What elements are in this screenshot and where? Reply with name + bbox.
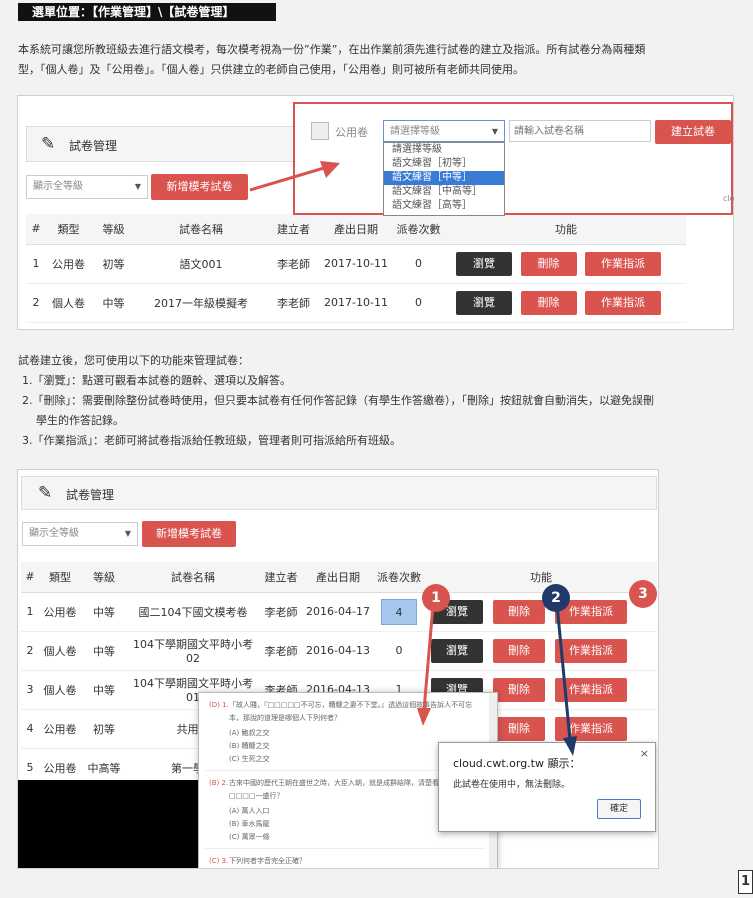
row-actions: 瀏覽 刪除 作業指派 [446, 244, 686, 284]
panel-title: 試卷管理 [69, 139, 118, 153]
usage-item-assign: 3.「作業指派」：老師可將試卷指派給任教班級，管理者則可指派給所有班級。 [22, 434, 401, 447]
exam-name-input[interactable] [509, 120, 651, 142]
create-exam-popup: 公用卷 請選擇等級 ▼ 建立試卷 請選擇等級 語文練習［初等］ 語文練習［中等］… [293, 102, 735, 216]
table-row: 1 公用卷 初等 語文001 李老師 2017-10-11 0 瀏覽 刪除 作業… [26, 244, 686, 284]
public-checkbox-label: 公用卷 [335, 126, 368, 139]
row-count: 0 [391, 283, 446, 323]
level-option-selected[interactable]: 語文練習［中等］ [384, 171, 504, 185]
level-option[interactable]: 語文練習［中高等］ [384, 185, 504, 199]
row-date: 2017-10-11 [321, 244, 391, 284]
usage-intro: 試卷建立後，您可使用以下的功能來管理試卷： [18, 354, 249, 367]
row-date: 2017-10-11 [321, 283, 391, 323]
col-name: 試卷名稱 [136, 214, 266, 245]
level-option[interactable]: 語文練習［高等］ [384, 199, 504, 213]
exam-table: # 類型 等級 試卷名稱 建立者 產出日期 派卷次數 功能 1 公用卷 初等 語… [26, 214, 686, 323]
chevron-down-icon: ▼ [491, 127, 498, 136]
level-filter-value: 顯示全等級 [33, 181, 83, 192]
pencil-icon: ✎ [41, 134, 56, 154]
row-no: 2 [26, 283, 46, 323]
level-option[interactable]: 語文練習［初等］ [384, 157, 504, 171]
level-options-list: 請選擇等級 語文練習［初等］ 語文練習［中等］ 語文練習［中高等］ 語文練習［高… [383, 142, 505, 216]
delete-button[interactable]: 刪除 [520, 290, 577, 315]
col-actions: 功能 [446, 214, 686, 245]
navy-arrow-icon [554, 593, 572, 741]
col-count: 派卷次數 [391, 214, 446, 245]
red-arrow-icon [249, 161, 340, 192]
row-type: 個人卷 [46, 283, 91, 323]
level-select[interactable]: 請選擇等級 ▼ [383, 120, 505, 142]
row-creator: 李老師 [266, 244, 321, 284]
public-checkbox[interactable] [311, 122, 329, 140]
row-level: 初等 [91, 244, 136, 284]
chevron-down-icon: ▼ [134, 182, 141, 191]
table-header-row: # 類型 等級 試卷名稱 建立者 產出日期 派卷次數 功能 [26, 214, 686, 245]
col-no: # [26, 214, 46, 245]
row-creator: 李老師 [266, 283, 321, 323]
row-name: 2017一年級模擬考 [136, 283, 266, 323]
navy-arrowhead-icon [563, 736, 577, 756]
view-button[interactable]: 瀏覽 [456, 290, 512, 315]
row-name: 語文001 [136, 244, 266, 284]
col-level: 等級 [91, 214, 136, 245]
level-filter-select[interactable]: 顯示全等級 ▼ [26, 175, 148, 199]
assign-button[interactable]: 作業指派 [585, 290, 661, 315]
red-arrowhead-icon [417, 708, 431, 726]
menu-path-title: 選單位置：【作業管理】\【試卷管理】 [18, 3, 276, 21]
close-text[interactable]: clo [723, 194, 735, 203]
level-option[interactable]: 請選擇等級 [384, 143, 504, 157]
intro-paragraph: 本系統可讓您所教班級去進行語文模考，每次模考視為一份”作業”，在出作業前須先進行… [18, 40, 738, 80]
col-date: 產出日期 [321, 214, 391, 245]
intro-line-1: 本系統可讓您所教班級去進行語文模考，每次模考視為一份”作業”，在出作業前須先進行… [18, 43, 646, 56]
level-select-value: 請選擇等級 [390, 126, 440, 137]
usage-item-delete: 2.「刪除」：需要刪除整份試卷時使用，但只要本試卷有任何作答記錄（有學生作答繳卷… [22, 394, 654, 407]
row-actions: 瀏覽 刪除 作業指派 [446, 283, 686, 323]
screenshot-create-exam: ✎ 試卷管理 顯示全等級 ▼ 新增模考試卷 # 類型 等級 試卷名稱 建立者 產… [17, 95, 735, 330]
usage-instructions: 試卷建立後，您可使用以下的功能來管理試卷： 1.「瀏覽」：點選可觀看本試卷的題幹… [18, 351, 738, 451]
assign-button[interactable]: 作業指派 [585, 251, 661, 276]
page-number[interactable]: 1 [738, 870, 753, 894]
step-badge-1: 1 [422, 584, 450, 612]
usage-item-view: 1.「瀏覽」：點選可觀看本試卷的題幹、選項以及解答。 [22, 374, 291, 387]
delete-button[interactable]: 刪除 [520, 251, 577, 276]
table-row: 2 個人卷 中等 2017一年級模擬考 李老師 2017-10-11 0 瀏覽 … [26, 283, 686, 323]
usage-item-delete-cont: 學生的作答記錄。 [36, 414, 124, 427]
row-type: 公用卷 [46, 244, 91, 284]
row-count: 0 [391, 244, 446, 284]
screenshot-manage-exams: ✎ 試卷管理 顯示全等級 ▼ 新增模考試卷 # 類型 等級 試卷名稱 建立者 產… [17, 469, 659, 869]
row-level: 中等 [91, 283, 136, 323]
add-exam-button[interactable]: 新增模考試卷 [151, 174, 248, 200]
arrow-overlay [417, 593, 577, 756]
intro-line-2: 型，「個人卷」及「公用卷」。「個人卷」只供建立的老師自己使用，「公用卷」則可被所… [18, 63, 524, 76]
step-badge-2: 2 [542, 584, 570, 612]
row-no: 1 [26, 244, 46, 284]
view-button[interactable]: 瀏覽 [456, 251, 512, 276]
col-type: 類型 [46, 214, 91, 245]
create-exam-button[interactable]: 建立試卷 [655, 120, 731, 144]
step-badge-3: 3 [629, 580, 657, 608]
col-creator: 建立者 [266, 214, 321, 245]
